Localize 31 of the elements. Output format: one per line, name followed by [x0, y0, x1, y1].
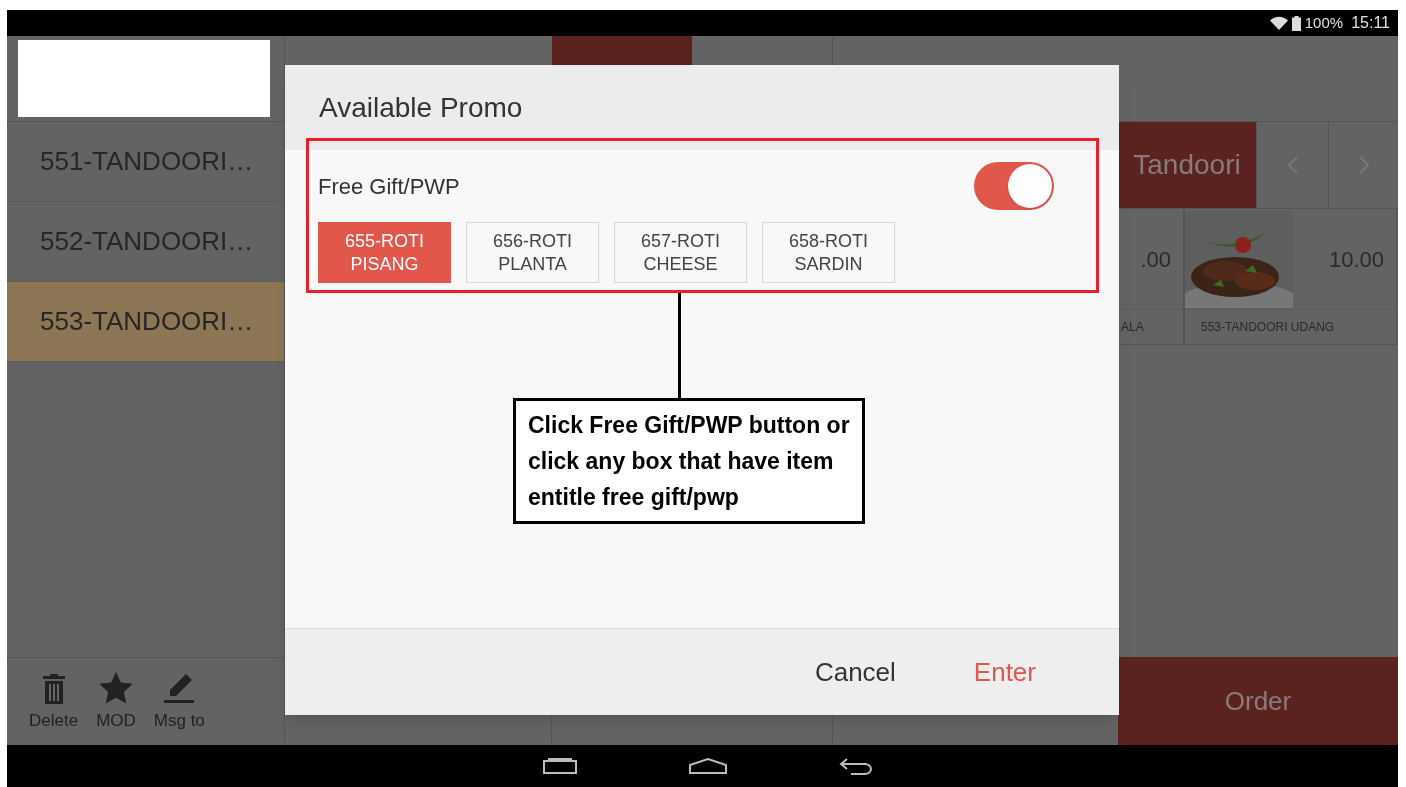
- enter-button[interactable]: Enter: [973, 652, 1036, 692]
- promo-item[interactable]: 655-ROTI PISANG: [318, 222, 451, 283]
- promo-item[interactable]: 658-ROTI SARDIN: [762, 222, 895, 283]
- recent-apps-icon[interactable]: [542, 758, 577, 774]
- promo-label: Free Gift/PWP: [318, 172, 460, 201]
- order-button[interactable]: Order: [1118, 657, 1398, 745]
- callout-text: Click Free Gift/PWP button or click any box that have item entitle free gift/pwp: [528, 411, 850, 512]
- battery-icon: [1291, 15, 1301, 31]
- toolbar-button[interactable]: MOD: [96, 671, 136, 733]
- dialog-title: Available Promo: [319, 90, 523, 125]
- category-tab[interactable]: Tandoori: [1118, 122, 1256, 208]
- promo-toggle[interactable]: [974, 162, 1054, 210]
- clock: 15:11: [1351, 13, 1390, 33]
- item-price: .00: [1139, 245, 1172, 274]
- item-name: ALA: [1120, 319, 1144, 336]
- promo-item[interactable]: 657-ROTI CHEESE: [614, 222, 747, 283]
- pencil-icon: [162, 671, 197, 704]
- cancel-button[interactable]: Cancel: [814, 652, 896, 692]
- home-icon[interactable]: [688, 758, 727, 774]
- battery-level: 100%: [1304, 12, 1344, 33]
- trash-icon: [42, 673, 65, 704]
- order-item[interactable]: 553-TANDOORI…: [7, 282, 284, 362]
- toolbar-button[interactable]: Delete: [29, 673, 79, 733]
- item-price: 10.00: [1327, 245, 1385, 274]
- back-icon[interactable]: [838, 757, 873, 775]
- wifi-icon: [1269, 16, 1288, 30]
- star-icon: [98, 671, 133, 704]
- menu-card[interactable]: 10.00 553-TANDOORI UDANG: [1184, 209, 1397, 345]
- promo-item[interactable]: 656-ROTI PLANTA: [466, 222, 599, 283]
- toolbar-button[interactable]: Msg to: [153, 671, 205, 733]
- item-name: 553-TANDOORI UDANG: [1200, 319, 1335, 336]
